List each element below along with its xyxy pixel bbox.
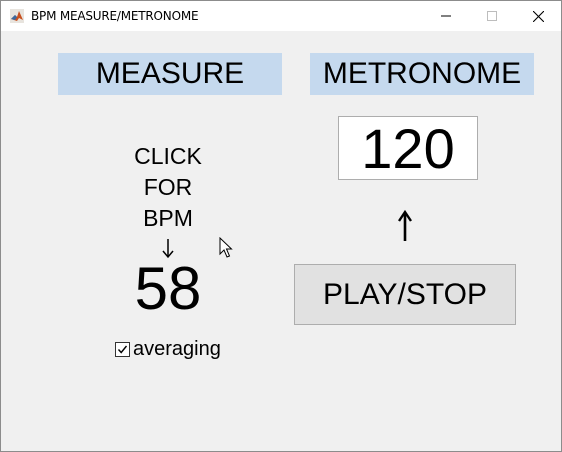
mouse-pointer-icon <box>219 237 233 258</box>
metronome-title: METRONOME <box>310 53 534 95</box>
averaging-label: averaging <box>133 337 221 360</box>
prompt-line: BPM <box>143 205 193 231</box>
averaging-checkbox[interactable]: averaging <box>115 338 221 360</box>
tempo-input[interactable]: 120 <box>338 116 478 180</box>
maximize-icon <box>487 11 497 21</box>
prompt-line: CLICK <box>134 143 202 169</box>
matlab-icon <box>10 9 24 23</box>
title-bar[interactable]: BPM MEASURE/METRONOME <box>1 1 561 31</box>
check-icon <box>117 345 128 354</box>
prompt-line: FOR <box>143 174 193 200</box>
minimize-icon <box>441 15 451 17</box>
window-title: BPM MEASURE/METRONOME <box>31 9 199 23</box>
minimize-button[interactable] <box>423 1 469 31</box>
play-stop-button[interactable]: PLAY/STOP <box>294 264 516 325</box>
app-window: BPM MEASURE/METRONOME MEASURE CLICK FOR … <box>0 0 562 452</box>
close-icon <box>532 10 544 22</box>
checkbox-box[interactable] <box>115 341 130 357</box>
measure-title: MEASURE <box>58 53 282 95</box>
measured-bpm-value: 58 <box>134 255 202 322</box>
close-button[interactable] <box>515 1 561 31</box>
arrow-up-icon <box>398 209 412 241</box>
maximize-button[interactable] <box>469 1 515 31</box>
click-for-bpm-area[interactable]: CLICK FOR BPM <box>118 141 218 234</box>
